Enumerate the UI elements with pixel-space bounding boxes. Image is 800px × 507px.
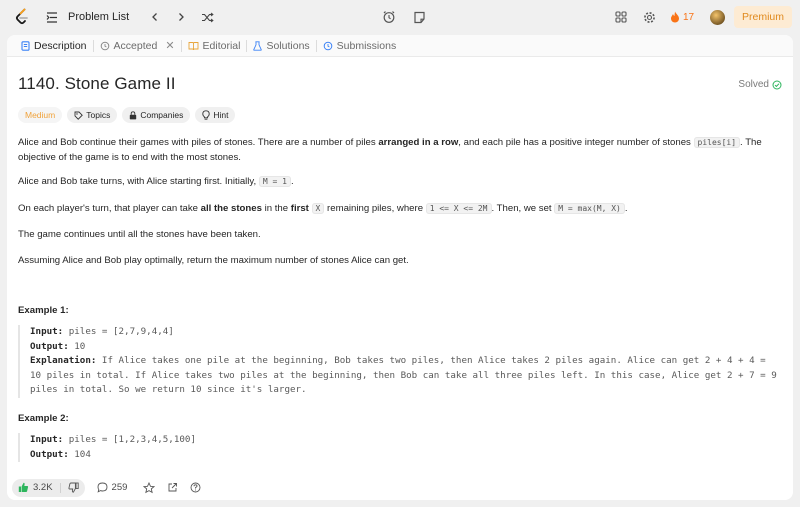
prev-problem-button[interactable] xyxy=(145,7,165,27)
lightbulb-icon xyxy=(202,110,210,120)
tab-solutions[interactable]: Solutions xyxy=(247,35,315,57)
problem-panel: Description Accepted ✕ Editorial Solutio… xyxy=(7,35,793,500)
book-icon xyxy=(188,41,198,50)
thumbs-down-icon[interactable] xyxy=(68,482,79,493)
share-icon[interactable] xyxy=(167,482,178,493)
description-paragraph: The game continues until all the stones … xyxy=(18,229,261,240)
example-title: Example 2: xyxy=(18,413,69,424)
topics-pill[interactable]: Topics xyxy=(67,107,118,123)
companies-pill[interactable]: Companies xyxy=(122,107,191,123)
description-paragraph: On each player's turn, that player can t… xyxy=(18,203,628,214)
vote-divider xyxy=(59,482,61,493)
timer-icon[interactable] xyxy=(378,6,400,28)
tab-accepted-label: Accepted xyxy=(113,39,158,52)
topics-label: Topics xyxy=(86,110,111,120)
inline-code: piles[i] xyxy=(693,137,741,148)
streak-count: 17 xyxy=(683,11,695,23)
fire-icon xyxy=(671,11,679,23)
layout-grid-icon[interactable] xyxy=(612,8,630,26)
tab-editorial[interactable]: Editorial xyxy=(182,35,247,57)
flask-icon xyxy=(253,40,263,51)
tag-icon xyxy=(74,111,84,120)
description-paragraph: Alice and Bob take turns, with Alice sta… xyxy=(18,176,294,187)
tag-pills: Medium Topics Companies Hint xyxy=(18,107,236,123)
tab-description-label: Description xyxy=(34,39,87,52)
close-tab-icon[interactable]: ✕ xyxy=(165,39,174,52)
tab-editorial-label: Editorial xyxy=(202,39,241,52)
action-bar: 3.2K 259 xyxy=(7,475,793,500)
problem-title[interactable]: 1140. Stone Game II xyxy=(18,74,782,94)
example-block: Input: piles = [1,2,3,4,5,100] Output: 1… xyxy=(18,433,782,462)
top-navbar: Problem List 17 Premium xyxy=(0,0,800,34)
hint-label: Hint xyxy=(213,110,229,120)
title-row: 1140. Stone Game II Solved xyxy=(18,74,782,98)
comments-button[interactable]: 259 xyxy=(97,482,128,493)
lock-icon xyxy=(130,110,137,119)
vote-group: 3.2K xyxy=(12,478,85,497)
like-count: 3.2K xyxy=(33,482,53,493)
tab-submissions-label: Submissions xyxy=(336,39,397,52)
user-avatar[interactable] xyxy=(710,9,726,25)
example-title: Example 1: xyxy=(18,305,69,316)
settings-gear-icon[interactable] xyxy=(640,8,658,26)
companies-label: Companies xyxy=(140,110,184,120)
leetcode-logo-icon[interactable] xyxy=(14,8,30,26)
comment-count: 259 xyxy=(111,482,128,493)
streak-counter[interactable]: 17 xyxy=(670,11,694,23)
inline-code: M = max(M, X) xyxy=(554,203,625,214)
difficulty-badge: Medium xyxy=(18,107,63,123)
history-icon xyxy=(323,41,332,50)
help-icon[interactable] xyxy=(190,482,201,493)
next-problem-button[interactable] xyxy=(171,7,191,27)
notes-icon[interactable] xyxy=(408,6,430,28)
inline-code: X xyxy=(311,203,325,214)
comment-icon xyxy=(97,482,107,493)
problem-list-link[interactable]: Problem List xyxy=(68,11,129,23)
problem-list-icon[interactable] xyxy=(44,9,60,25)
tab-solutions-label: Solutions xyxy=(266,39,310,52)
tab-description[interactable]: Description xyxy=(15,35,93,57)
hint-pill[interactable]: Hint xyxy=(195,107,236,123)
inline-code: M = 1 xyxy=(258,176,291,187)
example-block: Input: piles = [2,7,9,4,4] Output: 10 Ex… xyxy=(18,325,782,398)
solved-status: Solved xyxy=(738,79,782,90)
inline-code: 1 <= X <= 2M xyxy=(425,203,492,214)
description-paragraph: Alice and Bob continue their games with … xyxy=(18,137,762,163)
check-circle-icon xyxy=(772,80,782,89)
tab-accepted[interactable]: Accepted ✕ xyxy=(94,35,181,57)
description-doc-icon xyxy=(21,40,30,51)
thumbs-up-icon[interactable] xyxy=(18,482,29,493)
history-icon xyxy=(100,41,109,50)
premium-button[interactable]: Premium xyxy=(734,6,792,28)
solved-label: Solved xyxy=(738,79,769,90)
description-paragraph: Assuming Alice and Bob play optimally, r… xyxy=(18,255,409,266)
favorite-star-icon[interactable] xyxy=(143,481,156,494)
problem-tabs: Description Accepted ✕ Editorial Solutio… xyxy=(7,35,793,57)
tab-submissions[interactable]: Submissions xyxy=(317,35,403,57)
shuffle-icon[interactable] xyxy=(197,7,217,27)
